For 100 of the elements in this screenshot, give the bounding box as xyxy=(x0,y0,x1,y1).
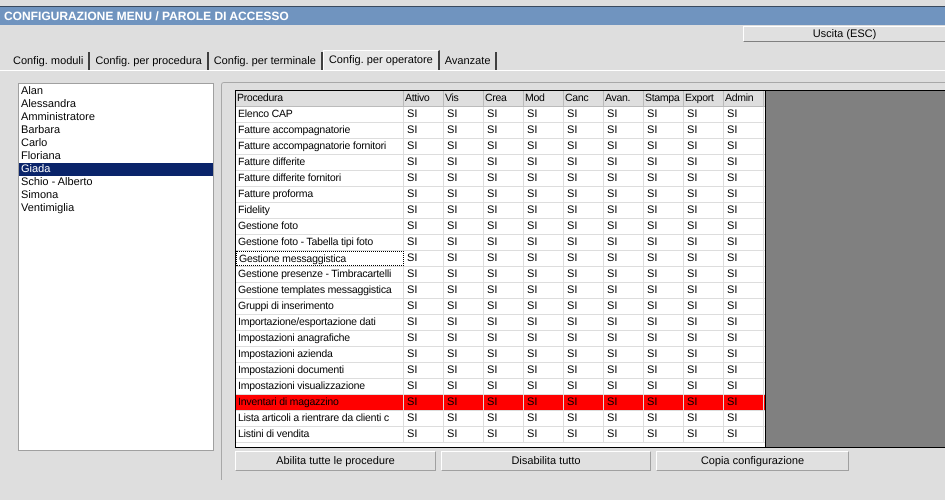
grid-cell: SI xyxy=(564,107,604,122)
operator-item[interactable]: Amministratore xyxy=(19,111,213,124)
grid-row[interactable]: Importazione/esportazione dati SI SI SI SI SI SI SI SI SI xyxy=(236,315,765,331)
grid-cell: SI xyxy=(524,331,564,346)
grid-cell: SI xyxy=(524,155,564,170)
column-header[interactable]: Procedura xyxy=(236,91,404,106)
operator-item[interactable]: Carlo xyxy=(19,137,213,150)
grid-cell: SI xyxy=(484,363,524,378)
grid-cell: SI xyxy=(524,219,564,234)
grid-cell: SI xyxy=(724,347,764,362)
grid-cell: SI xyxy=(484,427,524,442)
grid-cell: SI xyxy=(644,411,684,426)
grid-cell: SI xyxy=(604,283,644,298)
grid-cell: SI xyxy=(564,171,604,186)
grid-cell: SI xyxy=(484,347,524,362)
grid-cell: SI xyxy=(564,187,604,202)
grid-cell: SI xyxy=(404,267,444,282)
grid-cell: SI xyxy=(564,299,604,314)
grid-row[interactable]: Fidelity SI SI SI SI SI SI SI SI SI xyxy=(236,203,765,219)
grid-cell: SI xyxy=(404,363,444,378)
grid-cell: SI xyxy=(404,379,444,394)
grid-cell: SI xyxy=(684,363,724,378)
grid-cell: SI xyxy=(524,139,564,154)
grid-cell: SI xyxy=(684,219,724,234)
grid-cell: SI xyxy=(644,395,684,410)
exit-button[interactable]: Uscita (ESC) xyxy=(743,26,945,42)
grid-cell: SI xyxy=(444,315,484,330)
grid-row[interactable]: Gestione templates messaggistica SI SI SI SI SI SI SI SI SI xyxy=(236,283,765,299)
operator-item[interactable]: Giada xyxy=(19,163,213,176)
grid-row[interactable]: Impostazioni visualizzazione SI SI SI SI SI SI SI SI SI xyxy=(236,379,765,395)
grid-row[interactable]: Lista articoli a rientrare da clienti c SI SI SI SI SI SI SI SI SI xyxy=(236,411,765,427)
operator-item[interactable]: Floriana xyxy=(19,150,213,163)
grid-row[interactable]: Gestione foto SI SI SI SI SI SI SI SI SI xyxy=(236,219,765,235)
grid-row[interactable]: Elenco CAP SI SI SI SI SI SI SI SI SI xyxy=(236,107,765,123)
grid-cell: SI xyxy=(444,395,484,410)
procedure-cell: Fatture proforma xyxy=(236,187,404,202)
column-header[interactable]: Avan. xyxy=(604,91,644,106)
grid-row[interactable]: Gestione presenze - Timbracartelli SI SI SI SI SI SI SI SI SI xyxy=(236,267,765,283)
procedure-cell: Fatture accompagnatorie xyxy=(236,123,404,138)
grid-row[interactable]: Impostazioni documenti SI SI SI SI SI SI SI SI SI xyxy=(236,363,765,379)
grid-row[interactable]: Fatture differite fornitori SI SI SI SI SI SI SI SI SI xyxy=(236,171,765,187)
grid-row[interactable]: Listini di vendita SI SI SI SI SI SI SI SI SI xyxy=(236,427,765,443)
grid-cell: SI xyxy=(684,395,724,410)
action-button[interactable]: Copia configurazione xyxy=(656,451,849,471)
grid-cell: SI xyxy=(644,155,684,170)
action-button[interactable]: Disabilita tutto xyxy=(441,451,651,471)
operator-item[interactable]: Schio - Alberto xyxy=(19,176,213,189)
tab[interactable]: Config. per operatore xyxy=(322,50,440,70)
grid-cell: SI xyxy=(444,123,484,138)
grid-row[interactable]: Impostazioni azienda SI SI SI SI SI SI SI SI SI xyxy=(236,347,765,363)
grid-cell: SI xyxy=(564,155,604,170)
grid-row[interactable]: Gestione foto - Tabella tipi foto SI SI SI SI SI SI SI SI SI xyxy=(236,235,765,251)
grid-cell: SI xyxy=(444,427,484,442)
grid-row[interactable]: Fatture accompagnatorie SI SI SI SI SI SI SI SI SI xyxy=(236,123,765,139)
grid-cell: SI xyxy=(684,139,724,154)
column-header[interactable]: Crea xyxy=(484,91,524,106)
grid-row[interactable]: Impostazioni anagrafiche SI SI SI SI SI SI SI SI SI xyxy=(236,331,765,347)
grid-cell: SI xyxy=(644,379,684,394)
grid-cell: SI xyxy=(644,347,684,362)
operator-item[interactable]: Barbara xyxy=(19,124,213,137)
grid-cell: SI xyxy=(724,427,764,442)
column-header[interactable]: Attivo xyxy=(404,91,444,106)
window-title: CONFIGURAZIONE MENU / PAROLE DI ACCESSO xyxy=(4,8,289,25)
grid-cell: SI xyxy=(644,107,684,122)
grid-cell: SI xyxy=(404,187,444,202)
grid-row[interactable]: Fatture accompagnatorie fornitori SI SI SI SI SI SI SI SI SI xyxy=(236,139,765,155)
grid-row[interactable]: Gestione messaggistica SI SI SI SI SI SI SI SI SI xyxy=(236,251,765,267)
grid-row[interactable]: Inventari di magazzino SI SI SI SI SI SI SI SI SI xyxy=(236,395,765,411)
column-header[interactable]: Mod xyxy=(524,91,564,106)
column-header[interactable]: Vis xyxy=(444,91,484,106)
operator-item[interactable]: Alessandra xyxy=(19,98,213,111)
grid-row[interactable]: Gruppi di inserimento SI SI SI SI SI SI SI SI SI xyxy=(236,299,765,315)
grid-cell: SI xyxy=(644,427,684,442)
procedure-cell: Gestione messaggistica xyxy=(236,251,404,266)
grid-cell: SI xyxy=(644,315,684,330)
grid-row[interactable]: Fatture proforma SI SI SI SI SI SI SI SI SI xyxy=(236,187,765,203)
action-button[interactable]: Abilita tutte le procedure xyxy=(235,451,436,471)
grid-cell: SI xyxy=(444,235,484,250)
grid-cell: SI xyxy=(724,331,764,346)
grid-cell: SI xyxy=(444,187,484,202)
grid-row[interactable]: Fatture differite SI SI SI SI SI SI SI SI SI xyxy=(236,155,765,171)
procedure-cell: Lista articoli a rientrare da clienti c xyxy=(236,411,404,426)
grid-cell: SI xyxy=(404,107,444,122)
column-header[interactable]: Canc xyxy=(564,91,604,106)
procedure-cell: Gestione templates messaggistica xyxy=(236,283,404,298)
operator-item[interactable]: Simona xyxy=(19,189,213,202)
operator-item[interactable]: Alan xyxy=(19,85,213,98)
operator-item[interactable]: Ventimiglia xyxy=(19,202,213,215)
grid-cell: SI xyxy=(604,299,644,314)
grid-cell: SI xyxy=(484,283,524,298)
grid-cell: SI xyxy=(404,219,444,234)
column-header[interactable]: Export xyxy=(684,91,724,106)
procedure-cell: Elenco CAP xyxy=(236,107,404,122)
column-header[interactable]: Admin xyxy=(724,91,764,106)
grid-cell: SI xyxy=(404,427,444,442)
grid-cell: SI xyxy=(644,203,684,218)
grid-cell: SI xyxy=(404,155,444,170)
grid-cell: SI xyxy=(564,315,604,330)
grid-cell: SI xyxy=(444,299,484,314)
column-header[interactable]: Stampa xyxy=(644,91,684,106)
